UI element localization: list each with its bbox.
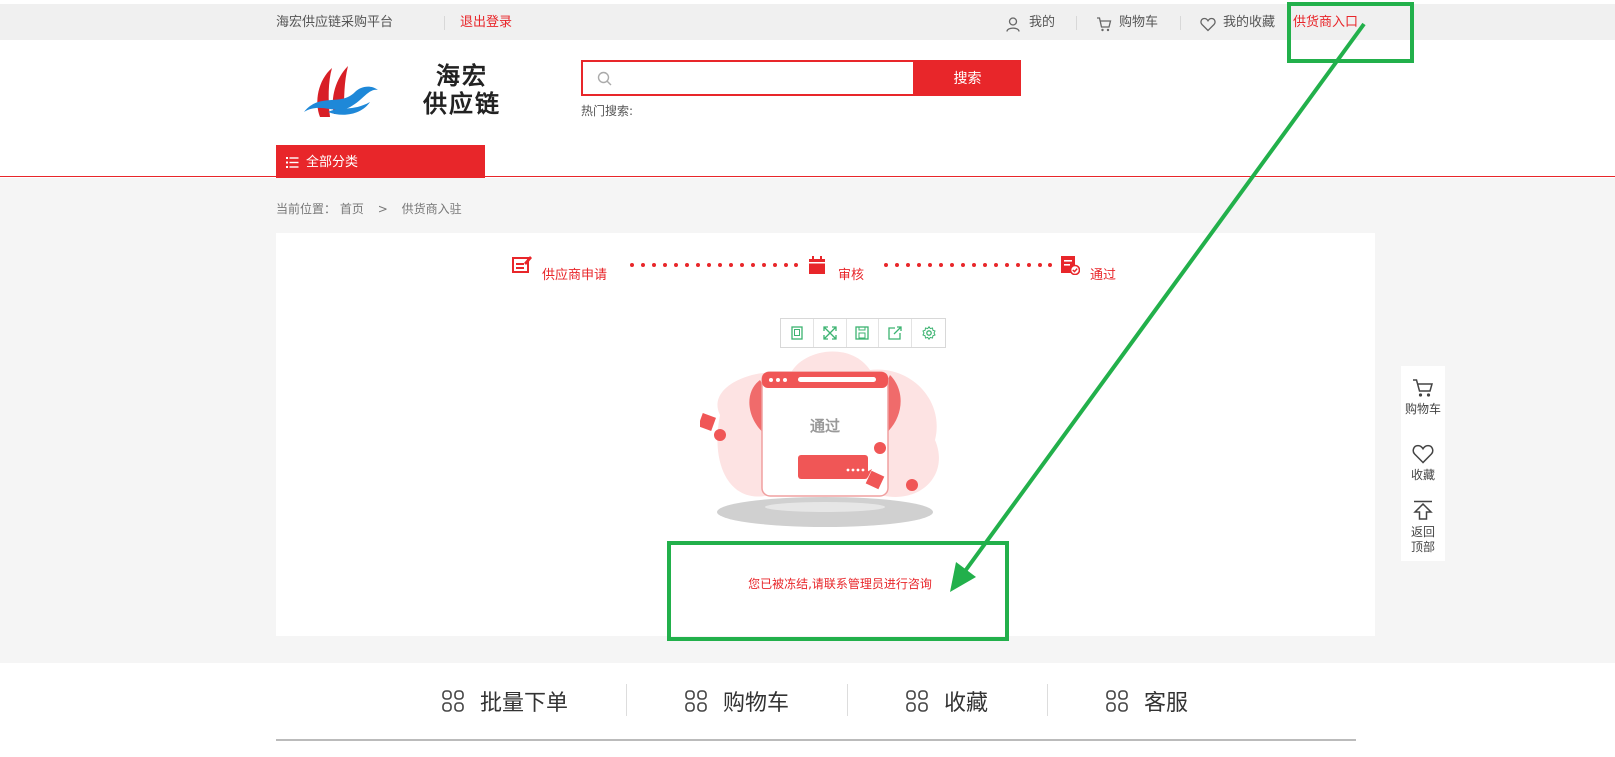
- annotation-arrow: [950, 22, 1366, 592]
